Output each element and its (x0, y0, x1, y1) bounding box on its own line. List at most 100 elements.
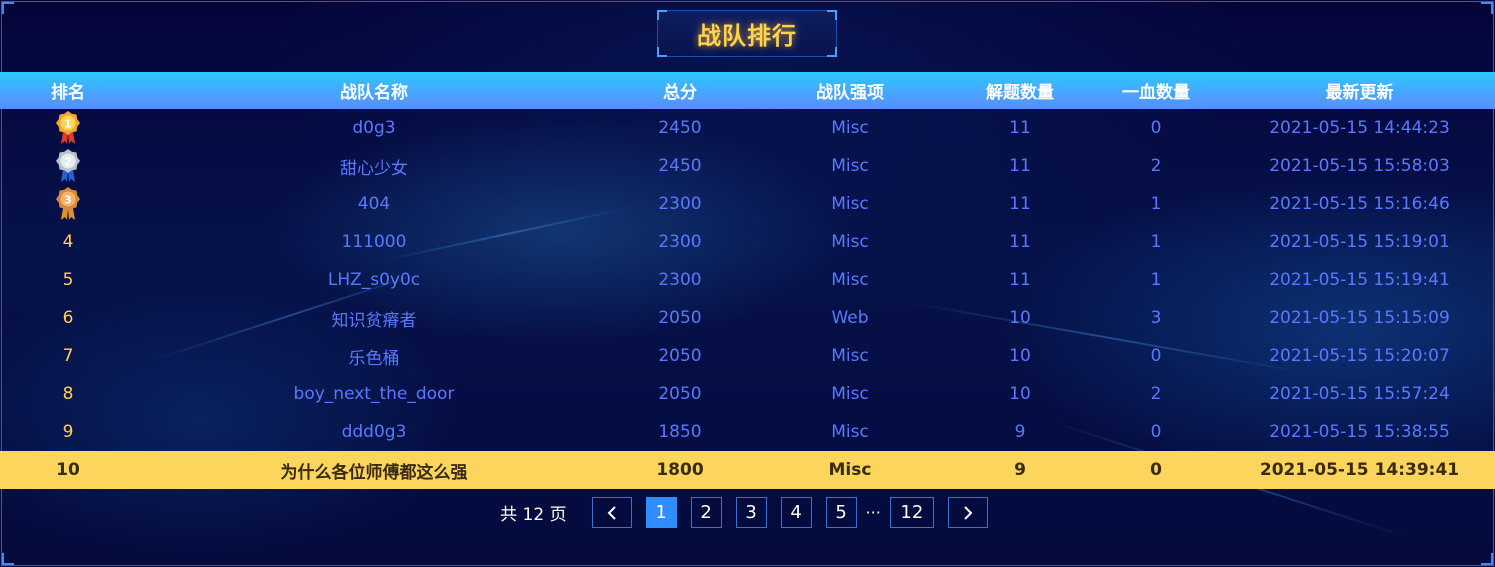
row-team-name: 知识贫瘠者 (331, 310, 417, 331)
row-solved-count: 9 (1014, 422, 1026, 442)
row-skill: Misc (831, 384, 869, 404)
row-skill: Misc (831, 346, 869, 366)
row-score: 2050 (658, 384, 702, 404)
row-rank: 3 (0, 186, 136, 222)
row-rank: 6 (62, 308, 74, 328)
header-score: 总分 (663, 83, 697, 103)
row-solved-count: 10 (1009, 308, 1031, 328)
page-button-3[interactable]: 3 (735, 497, 767, 528)
row-skill: Misc (831, 232, 869, 252)
table-row: 8 boy_next_the_door 2050 Misc 10 2 2021-05-15 … (0, 375, 1495, 413)
row-team-name: 为什么各位师傅都这么强 (280, 462, 468, 483)
row-rank: 7 (62, 346, 74, 366)
row-first-blood-count: 0 (1150, 460, 1162, 480)
next-page-button[interactable] (947, 497, 988, 528)
page-button-5[interactable]: 5 (825, 497, 857, 528)
table-row: 1 d0g3 2450 Misc 11 0 2021-05-15 14:44:23 (0, 109, 1495, 147)
row-rank: 8 (62, 384, 74, 404)
svg-text:3: 3 (64, 194, 72, 207)
row-skill: Misc (828, 460, 872, 480)
table-row: 3 404 2300 Misc 11 1 2021-05-15 15:16:46 (0, 185, 1495, 223)
row-rank: 1 (0, 110, 136, 146)
chevron-right-icon (964, 505, 973, 520)
row-score: 2300 (658, 194, 702, 214)
prev-page-button[interactable] (591, 497, 632, 528)
row-team-name: 404 (357, 194, 391, 214)
header-solved: 解题数量 (986, 83, 1054, 103)
row-team-name: 乐色桶 (348, 348, 400, 369)
row-score: 1800 (656, 460, 704, 480)
chevron-left-icon (607, 505, 616, 520)
row-first-blood-count: 0 (1150, 346, 1162, 366)
row-skill: Misc (831, 422, 869, 442)
table-row: 7 乐色桶 2050 Misc 10 0 2021-05-15 15:20:07 (0, 337, 1495, 375)
row-last-update: 2021-05-15 15:19:41 (1269, 270, 1450, 290)
frame-corner (2, 2, 14, 14)
row-score: 2050 (658, 308, 702, 328)
table-row: 5 LHZ_s0y0c 2300 Misc 11 1 2021-05-15 15:19:41 (0, 261, 1495, 299)
page-list: 12345 (639, 497, 864, 528)
row-first-blood-count: 2 (1150, 156, 1162, 176)
row-solved-count: 11 (1009, 232, 1031, 252)
header-rank: 排名 (51, 83, 85, 103)
row-rank: 5 (62, 270, 74, 290)
silver-medal-icon: 2 (56, 149, 80, 182)
header-skill: 战队强项 (816, 83, 884, 103)
row-first-blood-count: 1 (1150, 270, 1162, 290)
row-solved-count: 11 (1009, 118, 1031, 138)
row-rank: 9 (62, 422, 74, 442)
row-solved-count: 10 (1009, 346, 1031, 366)
row-first-blood-count: 0 (1150, 118, 1162, 138)
frame-corner (1481, 2, 1493, 14)
row-last-update: 2021-05-15 15:15:09 (1269, 308, 1450, 328)
row-last-update: 2021-05-15 15:58:03 (1269, 156, 1450, 176)
frame-corner (1481, 553, 1493, 565)
table-row: 6 知识贫瘠者 2050 Web 10 3 2021-05-15 15:15:09 (0, 299, 1495, 337)
row-team-name: 111000 (341, 232, 407, 252)
row-team-name: boy_next_the_door (293, 384, 455, 404)
row-team-name: ddd0g3 (341, 422, 407, 442)
row-score: 1850 (658, 422, 702, 442)
table-body: 1 d0g3 2450 Misc 11 0 2021-05-15 14:44:23 2 甜心少女… (0, 109, 1495, 489)
row-last-update: 2021-05-15 14:39:41 (1259, 460, 1460, 480)
row-solved-count: 11 (1009, 194, 1031, 214)
row-last-update: 2021-05-15 15:19:01 (1269, 232, 1450, 252)
row-skill: Misc (831, 118, 869, 138)
row-score: 2300 (658, 232, 702, 252)
row-skill: Misc (831, 270, 869, 290)
row-rank: 10 (56, 460, 80, 480)
row-skill: Misc (831, 156, 869, 176)
row-first-blood-count: 1 (1150, 194, 1162, 214)
title-box: 战队排行 (657, 10, 837, 57)
table-row: 9 ddd0g3 1850 Misc 9 0 2021-05-15 15:38:55 (0, 413, 1495, 451)
frame-corner (2, 553, 14, 565)
header-first-blood: 一血数量 (1122, 83, 1190, 103)
row-score: 2300 (658, 270, 702, 290)
row-score: 2450 (658, 118, 702, 138)
page-button-4[interactable]: 4 (780, 497, 812, 528)
table-header: 排名 战队名称 总分 战队强项 解题数量 一血数量 最新更新 (0, 72, 1495, 109)
page-button-2[interactable]: 2 (690, 497, 722, 528)
svg-text:1: 1 (64, 118, 72, 131)
row-first-blood-count: 1 (1150, 232, 1162, 252)
row-rank: 2 (0, 148, 136, 184)
table-row: 2 甜心少女 2450 Misc 11 2 2021-05-15 15:58:03 (0, 147, 1495, 185)
row-skill: Web (831, 308, 869, 328)
row-last-update: 2021-05-15 15:57:24 (1269, 384, 1450, 404)
table-row: 4 111000 2300 Misc 11 1 2021-05-15 15:19:01 (0, 223, 1495, 261)
header-team-name: 战队名称 (340, 83, 408, 103)
total-pages-label: 共 12 页 (500, 505, 567, 525)
page-button-last[interactable]: 12 (889, 497, 934, 528)
page-button-1[interactable]: 1 (645, 497, 677, 528)
bronze-medal-icon: 3 (56, 187, 80, 220)
pagination: 共 12 页 12345 ··· 12 (0, 496, 1495, 529)
row-last-update: 2021-05-15 14:44:23 (1269, 118, 1450, 138)
row-score: 2050 (658, 346, 702, 366)
pagination-ellipsis: ··· (865, 503, 881, 522)
row-solved-count: 11 (1009, 156, 1031, 176)
row-score: 2450 (658, 156, 702, 176)
row-team-name: d0g3 (352, 118, 396, 138)
row-rank: 4 (62, 232, 74, 252)
svg-text:2: 2 (64, 156, 72, 169)
row-first-blood-count: 2 (1150, 384, 1162, 404)
